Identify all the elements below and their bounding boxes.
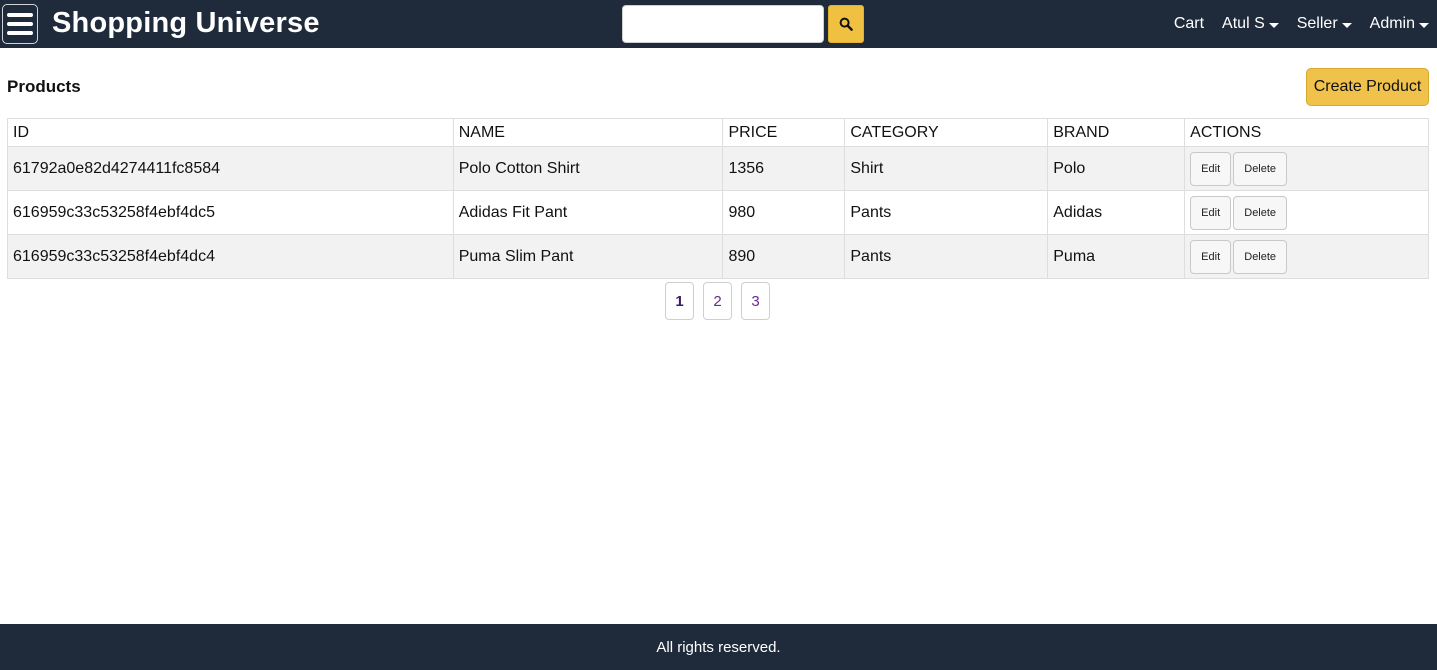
footer-text: All rights reserved. (656, 638, 781, 656)
page-button-1[interactable]: 1 (665, 282, 694, 320)
table-row: 616959c33c53258f4ebf4dc5 Adidas Fit Pant… (7, 190, 1429, 235)
nav-links: Cart Atul S Seller Admin (1174, 0, 1429, 48)
cart-link[interactable]: Cart (1174, 15, 1204, 33)
cell-brand: Adidas (1047, 190, 1186, 235)
column-header-actions: ACTIONS (1184, 118, 1429, 147)
column-header-id: ID (7, 118, 454, 147)
top-navbar: Shopping Universe Cart Atul S Seller Adm… (0, 0, 1437, 48)
seller-menu[interactable]: Seller (1297, 15, 1352, 33)
search-button[interactable] (828, 5, 864, 43)
table-row: 616959c33c53258f4ebf4dc4 Puma Slim Pant … (7, 234, 1429, 279)
delete-button[interactable]: Delete (1233, 195, 1288, 230)
cell-brand: Puma (1047, 234, 1186, 279)
delete-button[interactable]: Delete (1233, 151, 1288, 186)
cell-name: Adidas Fit Pant (452, 190, 724, 235)
cell-price: 890 (722, 234, 846, 279)
column-header-category: CATEGORY (844, 118, 1049, 147)
pagination: 1 2 3 (665, 282, 770, 320)
cell-category: Pants (844, 234, 1049, 279)
chevron-down-icon (1268, 22, 1279, 28)
chevron-down-icon (1341, 22, 1352, 28)
cell-brand: Polo (1047, 146, 1186, 191)
cell-actions: Edit Delete (1184, 234, 1429, 279)
admin-menu[interactable]: Admin (1370, 15, 1429, 33)
products-table: ID NAME PRICE CATEGORY BRAND ACTIONS 617… (7, 118, 1429, 279)
cell-category: Shirt (844, 146, 1049, 191)
search-icon (839, 17, 853, 31)
cell-price: 1356 (722, 146, 846, 191)
delete-button[interactable]: Delete (1233, 239, 1288, 274)
chevron-down-icon (1419, 22, 1429, 28)
edit-button[interactable]: Edit (1190, 195, 1232, 230)
cell-id: 61792a0e82d4274411fc8584 (7, 146, 454, 191)
cell-name: Puma Slim Pant (452, 234, 724, 279)
edit-button[interactable]: Edit (1190, 239, 1232, 274)
table-row: 61792a0e82d4274411fc8584 Polo Cotton Shi… (7, 146, 1429, 191)
search-input[interactable] (622, 5, 824, 43)
page-button-3[interactable]: 3 (741, 282, 770, 320)
cell-id: 616959c33c53258f4ebf4dc5 (7, 190, 454, 235)
cell-actions: Edit Delete (1184, 146, 1429, 191)
seller-menu-label: Seller (1296, 15, 1338, 32)
footer: All rights reserved. (0, 624, 1437, 670)
cart-link-label: Cart (1173, 15, 1205, 32)
column-header-name: NAME (452, 118, 724, 147)
create-product-button[interactable]: Create Product (1306, 68, 1429, 106)
admin-menu-label: Admin (1369, 15, 1415, 32)
edit-button[interactable]: Edit (1190, 151, 1232, 186)
user-menu-label: Atul S (1222, 15, 1265, 32)
page-title: Products (7, 77, 81, 96)
brand-title[interactable]: Shopping Universe (52, 7, 320, 40)
cell-category: Pants (844, 190, 1049, 235)
column-header-price: PRICE (722, 118, 846, 147)
menu-icon[interactable] (2, 4, 38, 44)
table-header-row: ID NAME PRICE CATEGORY BRAND ACTIONS (7, 118, 1429, 147)
cell-actions: Edit Delete (1184, 190, 1429, 235)
user-menu[interactable]: Atul S (1222, 15, 1279, 33)
column-header-brand: BRAND (1047, 118, 1186, 147)
cell-price: 980 (722, 190, 846, 235)
page-button-2[interactable]: 2 (703, 282, 732, 320)
cell-id: 616959c33c53258f4ebf4dc4 (7, 234, 454, 279)
cell-name: Polo Cotton Shirt (452, 146, 724, 191)
